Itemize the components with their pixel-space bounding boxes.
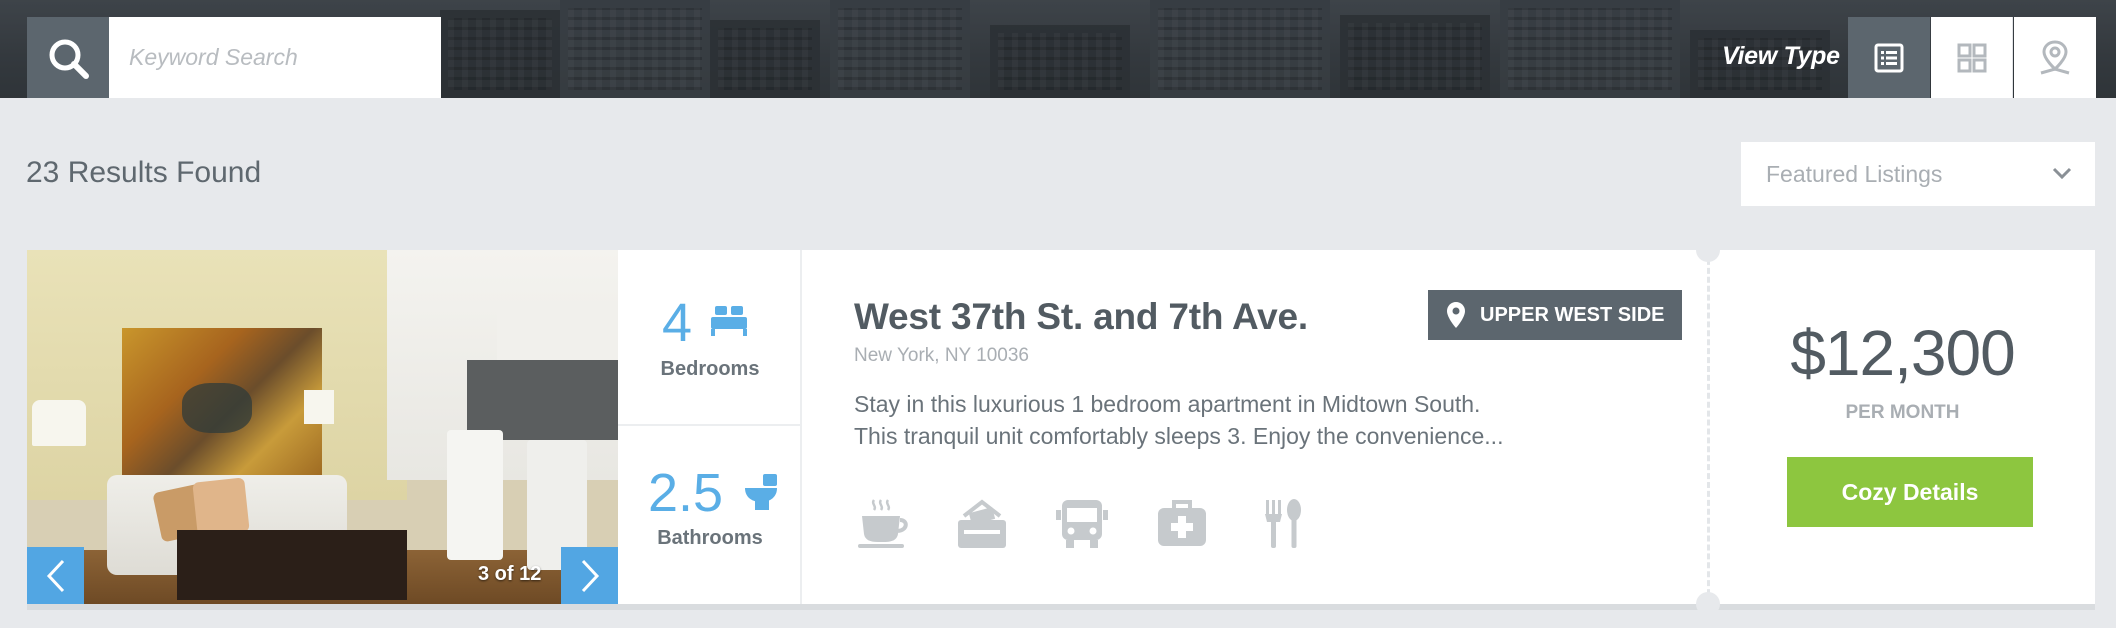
neighborhood-badge: UPPER WEST SIDE: [1428, 290, 1682, 340]
amenity-dining: [1252, 494, 1312, 554]
description-line: This tranquil unit comfortably sleeps 3.…: [854, 423, 1504, 449]
bedrooms-count: 4: [662, 293, 693, 353]
map-pin-view-icon: [2040, 39, 2070, 74]
neighborhood-label: UPPER WEST SIDE: [1480, 303, 1665, 326]
chevron-left-icon: [46, 559, 64, 592]
grid-view-button[interactable]: [1931, 17, 2013, 98]
price-period: PER MONTH: [1845, 402, 1960, 423]
amenity-medical: [1152, 494, 1212, 554]
details-button[interactable]: Cozy Details: [1787, 457, 2033, 527]
medical-kit-icon: [1158, 500, 1206, 546]
listing-card: 3 of 12 4 Bedrooms 2.5 Bathrooms West 37…: [27, 238, 2095, 616]
bathrooms-label: Bathrooms: [657, 527, 763, 549]
search-bar: [27, 17, 441, 98]
amenity-mailbox: [952, 494, 1012, 554]
card-shadow: [27, 604, 2095, 610]
grid-view-icon: [1957, 43, 1986, 72]
bed-icon: [711, 306, 747, 336]
listing-specs: 4 Bedrooms 2.5 Bathrooms: [618, 250, 802, 604]
bedrooms-label: Bedrooms: [660, 358, 760, 380]
map-view-button[interactable]: [2014, 17, 2096, 98]
photo-next-button[interactable]: [561, 547, 618, 604]
chevron-right-icon: [581, 559, 599, 592]
listing-description: Stay in this luxurious 1 bedroom apartme…: [854, 388, 1634, 452]
fork-spoon-icon: [1265, 499, 1301, 548]
sort-selected-label: Featured Listings: [1766, 160, 1943, 187]
search-icon: [49, 39, 89, 79]
listing-price: $12,300: [1790, 317, 2015, 389]
amenity-bus: [1052, 494, 1112, 554]
photo-prev-button[interactable]: [27, 547, 84, 604]
top-bar: View Type: [0, 0, 2116, 98]
view-type-label: View Type: [1722, 42, 1840, 70]
bedrooms-spec: 4 Bedrooms: [618, 250, 802, 426]
listing-title[interactable]: West 37th St. and 7th Ave.: [854, 296, 1308, 338]
listing-info: West 37th St. and 7th Ave. New York, NY …: [802, 250, 1707, 604]
location-pin-icon: [1447, 302, 1465, 328]
search-input[interactable]: [109, 17, 441, 98]
chevron-down-icon: [2052, 167, 2072, 180]
list-view-button[interactable]: [1848, 17, 1930, 98]
amenity-coffee: [852, 494, 912, 554]
toilet-icon: [745, 474, 777, 510]
listing-address: New York, NY 10036: [854, 345, 1029, 366]
results-count: 23 Results Found: [26, 156, 262, 189]
sort-dropdown[interactable]: Featured Listings: [1741, 142, 2095, 206]
mailbox-icon: [958, 499, 1006, 548]
listing-photo[interactable]: 3 of 12: [27, 250, 618, 604]
price-panel: $12,300 PER MONTH Cozy Details: [1710, 250, 2095, 604]
photo-counter: 3 of 12: [478, 563, 542, 585]
search-button[interactable]: [27, 17, 109, 98]
coffee-icon: [858, 499, 908, 548]
description-line: Stay in this luxurious 1 bedroom apartme…: [854, 391, 1481, 417]
bus-icon: [1056, 500, 1108, 548]
bathrooms-spec: 2.5 Bathrooms: [618, 427, 802, 603]
list-view-icon: [1874, 43, 1904, 72]
bathrooms-count: 2.5: [648, 463, 724, 523]
